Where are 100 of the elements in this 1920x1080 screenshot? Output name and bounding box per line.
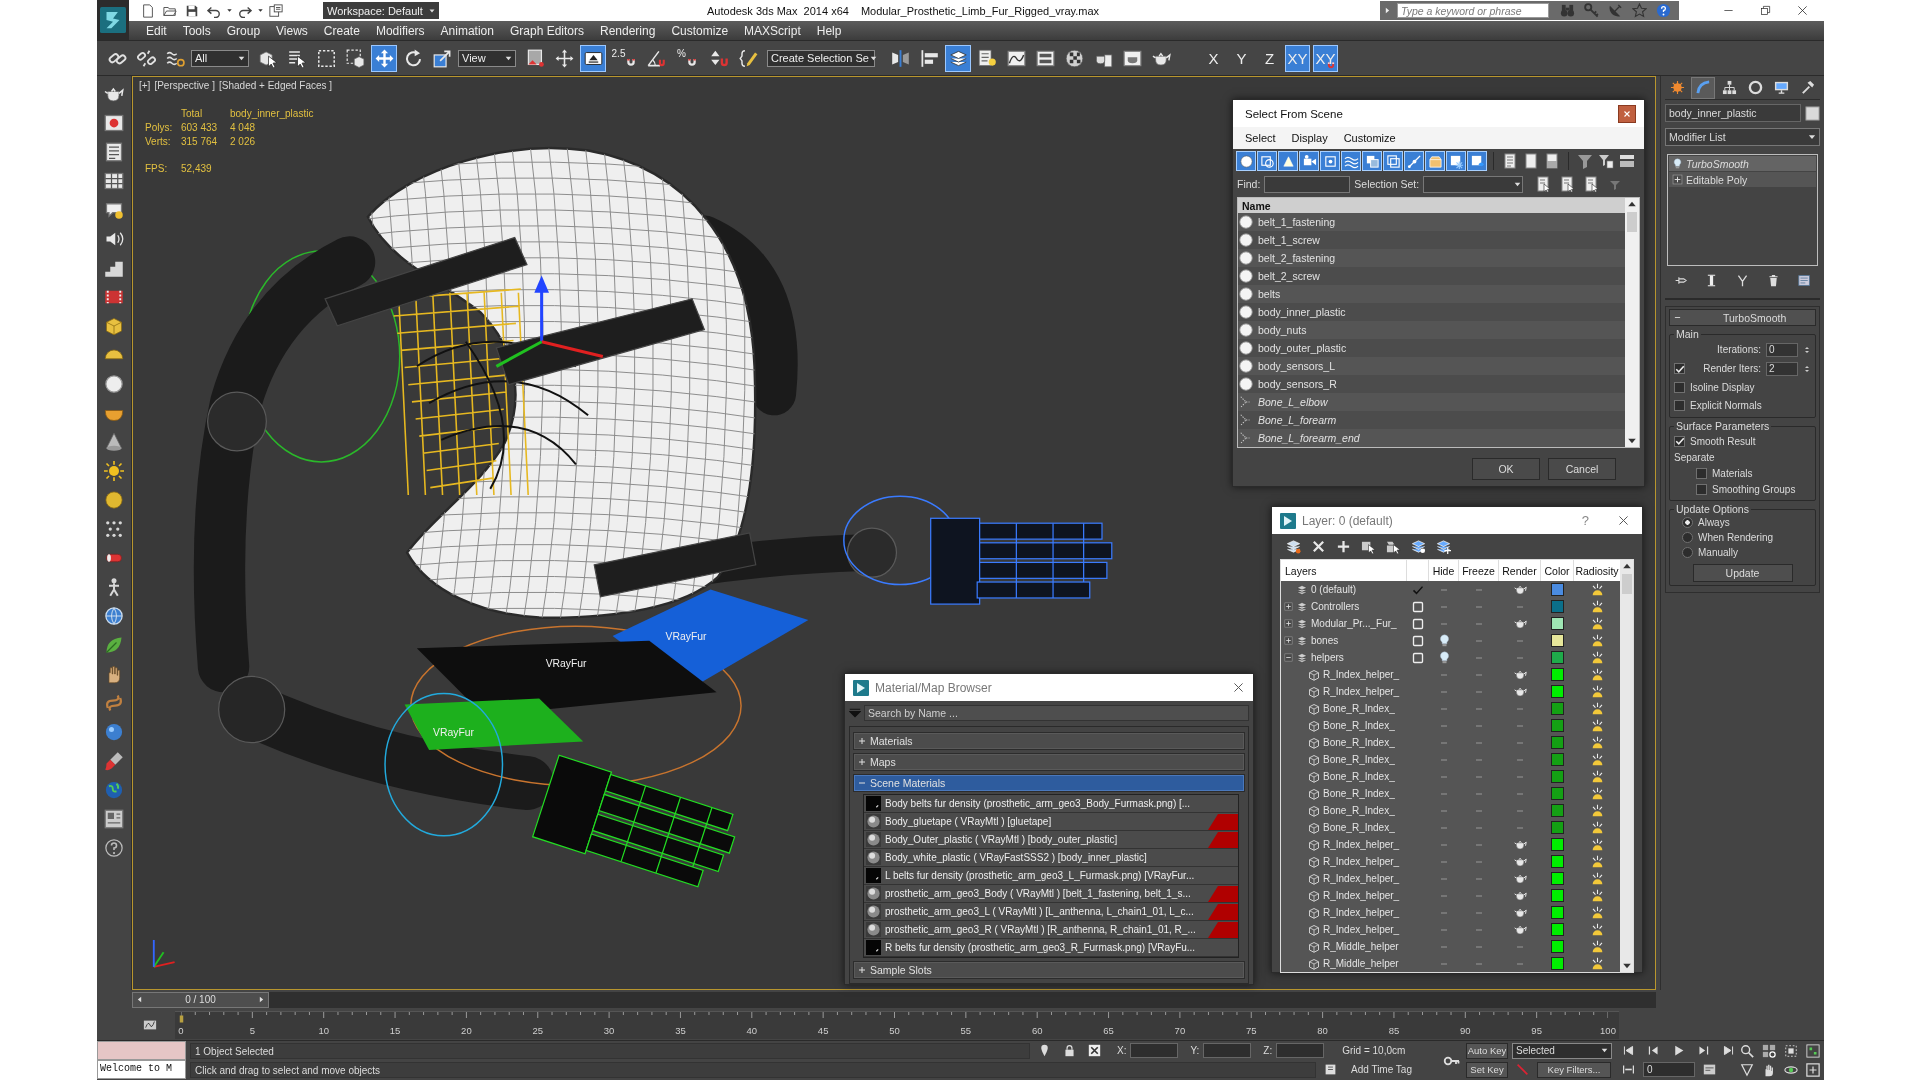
light-bulb-icon[interactable] [1437, 651, 1451, 664]
color-swatch-icon[interactable] [1552, 652, 1563, 663]
color-swatch-icon[interactable] [1552, 754, 1563, 765]
layer-name[interactable]: Bone_R_Index_ [1323, 720, 1395, 731]
axis-constraint-button[interactable]: Y [1229, 44, 1254, 72]
object-list-item[interactable]: Bone_L_elbow [1238, 393, 1625, 411]
menu-item[interactable]: Display [1291, 132, 1328, 144]
zoom-extents-all-icon[interactable] [1806, 1043, 1820, 1058]
axis-constraint-button[interactable]: Z [1257, 44, 1282, 72]
display-filter-button[interactable] [1320, 151, 1340, 171]
viewport-label[interactable]: [Perspective ] [154, 80, 215, 91]
axis-constraint-button[interactable]: XY [1285, 44, 1310, 72]
time-slider-thumb[interactable]: 0 / 100 [132, 991, 269, 1008]
leaf-icon[interactable] [104, 635, 124, 655]
selection-set-dropdown[interactable] [1423, 175, 1524, 193]
expand-icon[interactable] [1284, 619, 1293, 628]
menu-item[interactable]: Edit [138, 23, 175, 38]
menu-item[interactable]: Group [218, 23, 269, 38]
sun-lamp-icon[interactable] [1590, 940, 1604, 953]
menu-item[interactable]: Help [808, 23, 850, 38]
radio-label[interactable]: Manually [1698, 547, 1739, 558]
menu-item[interactable]: Customize [1343, 132, 1396, 144]
empty-box-icon[interactable] [1412, 600, 1424, 613]
workspace-dropdown[interactable]: Workspace: Default [323, 2, 439, 19]
column-header[interactable]: Radiosity [1574, 560, 1620, 581]
sun-lamp-icon[interactable] [1590, 668, 1604, 681]
app-menu-button[interactable] [97, 0, 129, 40]
freeze-layers-icon[interactable] [1436, 539, 1451, 554]
menu-item[interactable]: Animation [432, 23, 502, 38]
radio-label[interactable]: Always [1698, 517, 1730, 528]
rollout-header[interactable]: TurboSmooth [1669, 309, 1816, 326]
material-list-item[interactable]: R belts fur density (prosthetic_arm_geo3_R_Furmask.png) [VRayFu... [864, 939, 1238, 957]
grid-panel-icon[interactable] [104, 171, 124, 191]
color-swatch-icon[interactable] [1552, 839, 1563, 850]
radio-button[interactable] [1682, 532, 1693, 543]
sun-lamp-icon[interactable] [1590, 804, 1604, 817]
object-list-item[interactable]: body_inner_plastic [1238, 303, 1625, 321]
tray-icon[interactable] [1619, 153, 1635, 169]
scrollbar-thumb[interactable] [1627, 212, 1637, 232]
listener-input-field[interactable] [97, 1041, 186, 1060]
display-filter-button[interactable] [1299, 151, 1319, 171]
caret-icon[interactable] [257, 7, 264, 14]
color-swatch-icon[interactable] [1552, 635, 1563, 646]
close-icon[interactable] [1617, 514, 1630, 527]
checkbox[interactable] [1696, 483, 1707, 495]
menu-item[interactable]: Create [315, 23, 368, 38]
cancel-button[interactable]: Cancel [1548, 458, 1616, 480]
color-swatch-icon[interactable] [1552, 618, 1563, 629]
cone-icon[interactable] [104, 432, 124, 452]
sun-lamp-icon[interactable] [1590, 634, 1604, 647]
coordinate-field[interactable] [1130, 1043, 1179, 1058]
scrollbar[interactable] [1625, 198, 1639, 447]
layer-name[interactable]: Modular_Pr..._Fur_ [1311, 618, 1397, 629]
play-icon[interactable] [1672, 1044, 1685, 1057]
color-swatch-icon[interactable] [1552, 601, 1563, 612]
display-filter-button[interactable] [1341, 151, 1361, 171]
group-header[interactable]: Scene Materials [853, 774, 1245, 792]
viewport-label[interactable]: [+] [139, 80, 151, 91]
layer-name[interactable]: Bone_R_Index_ [1323, 754, 1395, 765]
expand-arrow-icon[interactable] [1383, 5, 1392, 16]
axis-constraint-button[interactable]: XY [1313, 44, 1338, 72]
earth-icon[interactable] [104, 780, 124, 800]
layer-name[interactable]: Bone_R_Index_ [1323, 737, 1395, 748]
object-list-item[interactable]: belts [1238, 285, 1625, 303]
confirm-button[interactable]: OK [1472, 458, 1540, 480]
display-filter-button[interactable] [1425, 151, 1445, 171]
delete-icon[interactable] [1311, 539, 1326, 554]
maximize-viewport-icon[interactable] [1806, 1063, 1820, 1078]
panel-icon[interactable] [104, 809, 124, 829]
color-swatch-icon[interactable] [1552, 737, 1563, 748]
go-to-start-icon[interactable] [1622, 1044, 1635, 1057]
help-icon[interactable] [1656, 3, 1671, 18]
sun-lamp-icon[interactable] [1590, 685, 1604, 698]
sun-lamp-icon[interactable] [1590, 787, 1604, 800]
display-filter-button[interactable] [1236, 151, 1256, 171]
knot-icon[interactable] [104, 693, 124, 713]
group-header[interactable]: Sample Slots [853, 961, 1245, 979]
object-list-item[interactable]: belt_1_fastening [1238, 213, 1625, 231]
checkbox[interactable] [1674, 363, 1685, 374]
sun-icon[interactable] [104, 461, 124, 481]
checkbox-label[interactable]: Smoothing Groups [1712, 483, 1796, 495]
axis-constraint-button[interactable]: X [1201, 44, 1226, 72]
color-swatch-icon[interactable] [1552, 907, 1563, 918]
checkbox[interactable] [1674, 381, 1685, 393]
color-swatch-icon[interactable] [1552, 771, 1563, 782]
document-list-icon[interactable] [104, 142, 124, 162]
restore-icon[interactable] [1760, 5, 1771, 16]
checkbox[interactable] [1674, 399, 1685, 411]
sun-lamp-icon[interactable] [1590, 651, 1604, 664]
frame-field[interactable]: 0 [1643, 1062, 1695, 1077]
display-filter-button[interactable] [1278, 151, 1298, 171]
color-swatch-icon[interactable] [1552, 703, 1563, 714]
display-filter-button[interactable] [1257, 151, 1277, 171]
filter-dropdown[interactable]: All [191, 49, 249, 67]
modifier-list-dropdown[interactable]: Modifier List [1665, 128, 1820, 146]
sun-lamp-icon[interactable] [1590, 770, 1604, 783]
layer-name[interactable]: R_Index_helper_ [1323, 856, 1400, 867]
cross-box-icon[interactable] [1088, 1044, 1101, 1057]
column-header[interactable]: Render [1499, 560, 1541, 581]
teapot-icon[interactable] [1513, 838, 1527, 851]
